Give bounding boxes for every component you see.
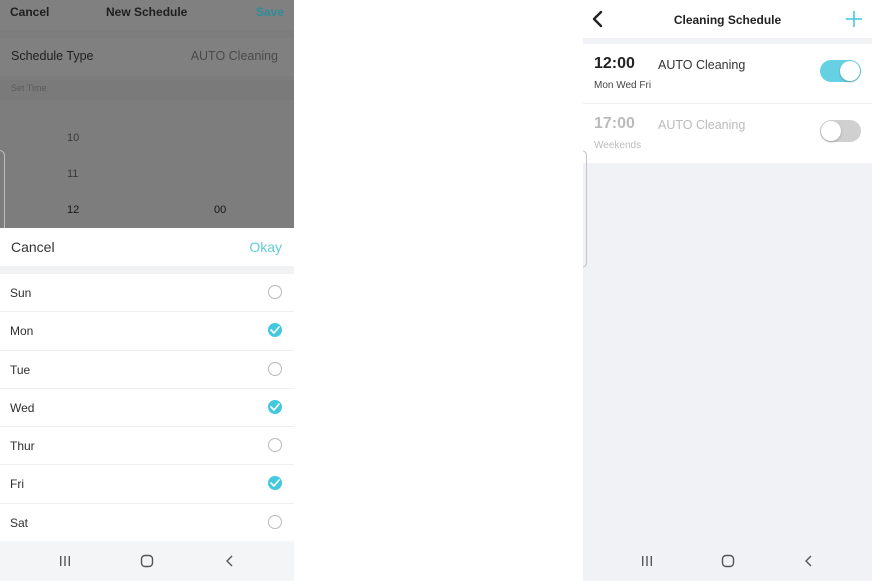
day-radio-checked[interactable] (268, 323, 282, 338)
new-schedule-screen: Cancel New Schedule Save Schedule Type A… (0, 0, 294, 581)
sheet-cancel-button[interactable]: Cancel (11, 239, 55, 255)
hour-option[interactable]: 11 (67, 168, 78, 180)
selected-hour[interactable]: 12 (67, 204, 79, 216)
plus-icon[interactable] (845, 10, 863, 28)
page-title: Cleaning Schedule (673, 13, 782, 27)
schedule-type: AUTO Cleaning (658, 118, 746, 132)
day-label: Wed (10, 400, 35, 415)
back-icon[interactable] (223, 554, 237, 568)
day-option-row[interactable]: Sat (0, 504, 294, 543)
day-radio-checked[interactable] (268, 399, 282, 414)
day-label: Tue (10, 362, 31, 377)
schedule-time: 17:00 (594, 115, 635, 132)
cleaning-schedule-screen: Cleaning Schedule 12:00 AUTO Cleaning Mo… (583, 0, 872, 581)
page-title: New Schedule (106, 5, 188, 19)
edge-handle (0, 150, 5, 232)
schedule-item[interactable]: 12:00 AUTO Cleaning Mon Wed Fri (583, 44, 872, 103)
schedule-days: Weekends (594, 140, 642, 151)
day-option-row[interactable]: Tue (0, 351, 294, 389)
check-icon (270, 479, 280, 488)
home-icon[interactable] (140, 554, 154, 568)
schedule-item[interactable]: 17:00 AUTO Cleaning Weekends (583, 104, 872, 163)
day-label: Thur (10, 439, 35, 454)
set-time-label: Set Time (11, 83, 47, 93)
day-label: Sun (10, 286, 32, 300)
cleaning-schedule-header: Cleaning Schedule (583, 0, 872, 38)
home-icon[interactable] (721, 554, 735, 568)
toggle-knob (821, 121, 841, 141)
day-option-row[interactable]: Thur (0, 427, 294, 466)
schedule-toggle[interactable] (820, 120, 861, 142)
day-radio[interactable] (268, 285, 282, 299)
save-button[interactable]: Save (256, 5, 284, 19)
schedule-type-label: Schedule Type (11, 49, 94, 63)
schedule-days: Mon Wed Fri (594, 80, 652, 91)
schedule-type-value: AUTO Cleaning (190, 49, 278, 63)
schedule-toggle[interactable] (820, 60, 861, 82)
day-radio[interactable] (268, 514, 282, 529)
day-option-row[interactable]: Wed (0, 389, 294, 428)
day-label: Fri (10, 477, 24, 492)
check-icon (270, 326, 280, 335)
check-icon (270, 403, 280, 411)
selected-minute[interactable]: 00 (214, 204, 226, 216)
recent-apps-icon[interactable] (58, 554, 72, 568)
new-schedule-header: Cancel New Schedule Save (0, 0, 294, 30)
day-label: Mon (10, 324, 34, 339)
toggle-knob (840, 61, 860, 81)
sheet-okay-button[interactable]: Okay (249, 239, 282, 255)
system-nav-bar (583, 541, 872, 581)
schedule-type: AUTO Cleaning (658, 58, 746, 72)
repeat-sheet-header: Cancel Okay (0, 228, 294, 266)
cancel-button[interactable]: Cancel (10, 5, 49, 19)
day-option-row[interactable]: Mon (0, 312, 294, 351)
day-option-row[interactable]: Fri (0, 465, 294, 504)
back-icon[interactable] (802, 554, 816, 568)
schedule-type-row[interactable]: Schedule Type AUTO Cleaning (0, 38, 294, 76)
day-radio-checked[interactable] (268, 476, 282, 491)
hour-option[interactable]: 10 (67, 132, 79, 144)
edge-handle (583, 150, 587, 268)
day-radio[interactable] (268, 361, 282, 376)
dimmed-overlay[interactable] (0, 0, 294, 228)
repeat-day-list: Sun Mon Tue Wed Thur Fri Sat (0, 274, 294, 543)
day-label: Sat (10, 515, 29, 530)
system-nav-bar (0, 541, 294, 581)
day-radio[interactable] (268, 438, 282, 453)
sheet-divider (0, 266, 294, 274)
schedule-time: 12:00 (594, 55, 635, 72)
recent-apps-icon[interactable] (640, 554, 654, 568)
day-option-row[interactable]: Sun (0, 274, 294, 313)
set-time-section-header: Set Time (0, 80, 294, 100)
